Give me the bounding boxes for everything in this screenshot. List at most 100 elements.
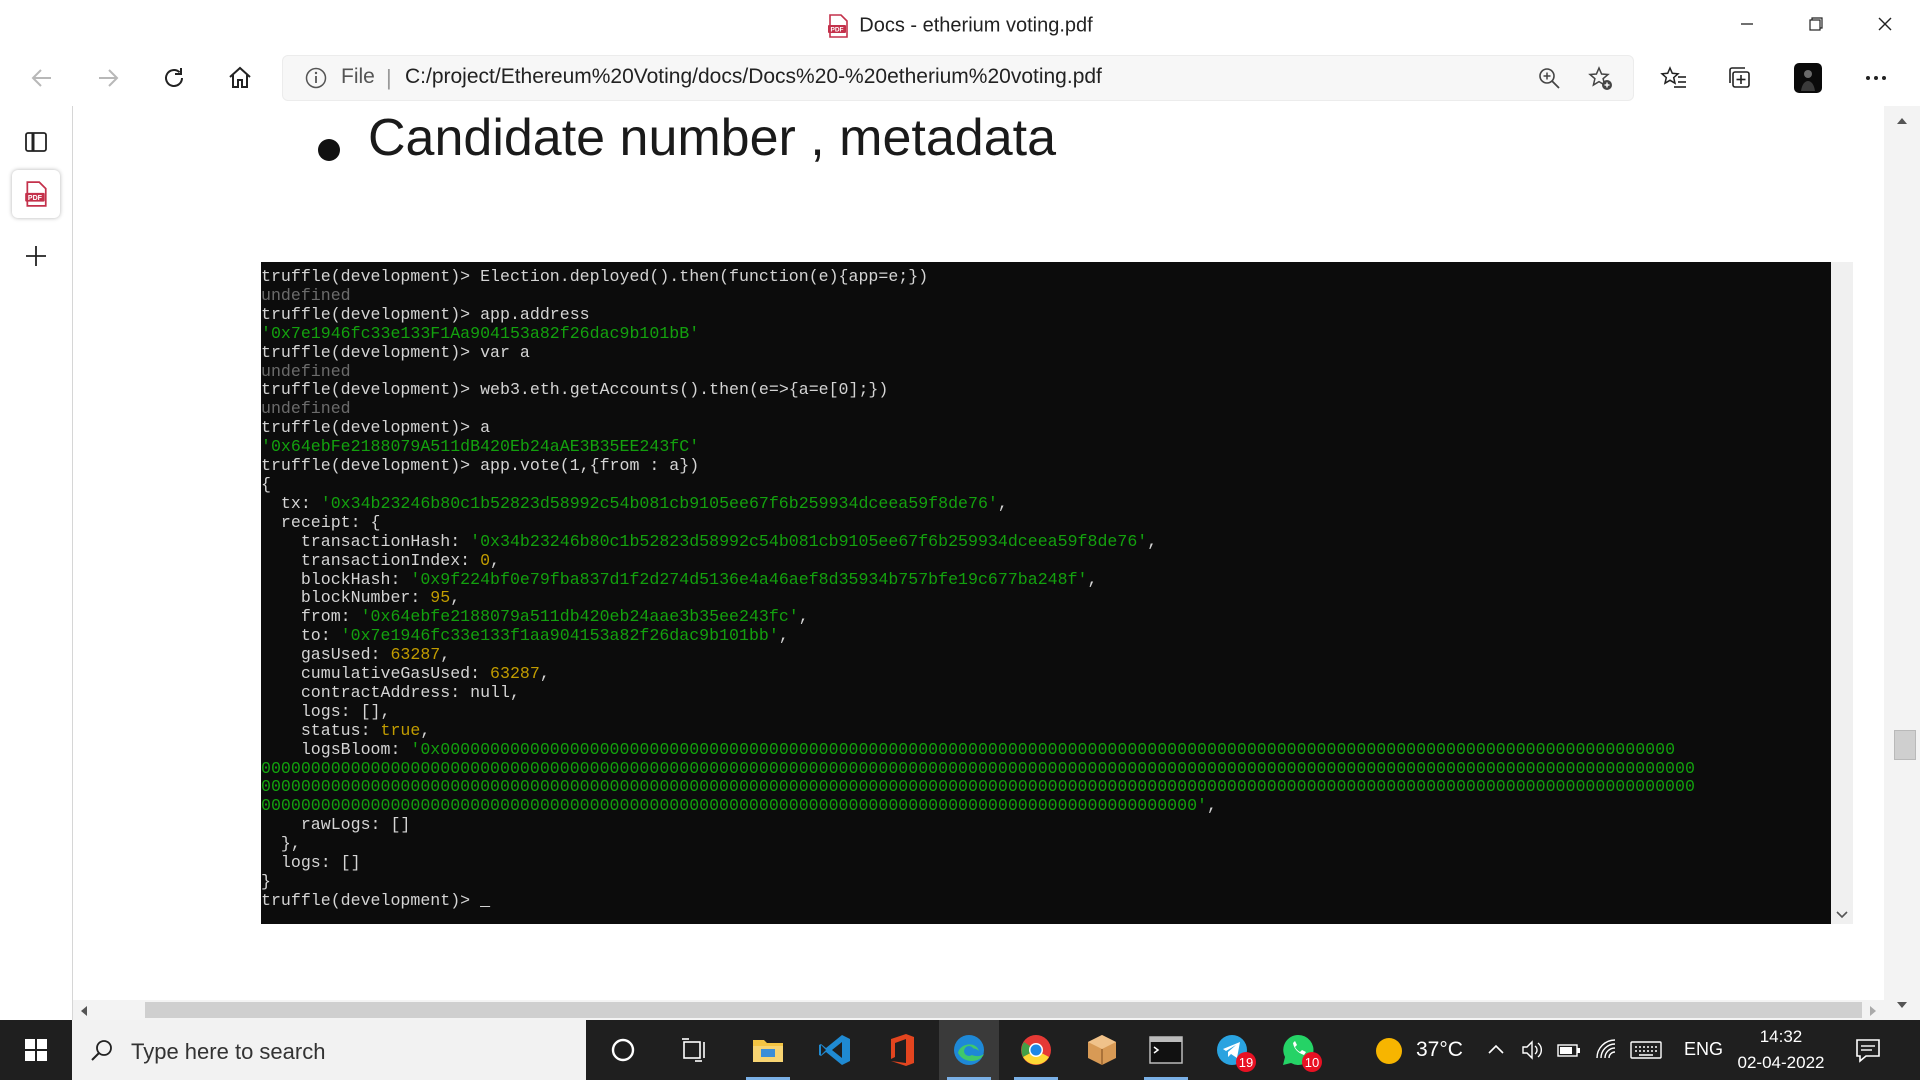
home-button[interactable] — [216, 54, 264, 102]
terminal-command: web3.eth.getAccounts().then(e=>{a=e[0];}… — [480, 380, 889, 400]
taskbar-edge[interactable] — [939, 1020, 999, 1080]
terminal-result: undefined — [261, 399, 351, 419]
vertical-scrollbar[interactable] — [1884, 106, 1920, 1020]
plus-icon — [26, 246, 46, 266]
favorites-icon — [1660, 66, 1686, 88]
terminal-command: Election.deployed().then(function(e){app… — [480, 267, 929, 286]
taskbar-file-explorer[interactable] — [738, 1020, 798, 1080]
taskbar-whatsapp[interactable]: 10 — [1268, 1020, 1328, 1080]
terminal-screenshot: truffle(development)> Election.deployed(… — [261, 262, 1831, 924]
weather-sun-icon[interactable] — [1374, 1036, 1404, 1066]
profile-button[interactable] — [1784, 54, 1832, 102]
system-clock[interactable]: 14:32 02-04-2022 — [1728, 1024, 1834, 1076]
volume-icon[interactable] — [1520, 1038, 1544, 1062]
refresh-button[interactable] — [150, 54, 198, 102]
prompt: truffle(development)> — [261, 304, 481, 324]
terminal-cursor: _ — [480, 890, 491, 910]
address-bar[interactable]: File | C:/project/Ethereum%20Voting/docs… — [282, 55, 1634, 101]
restore-button[interactable] — [1793, 8, 1839, 40]
back-arrow-icon — [31, 69, 51, 87]
prompt: truffle(development)> — [261, 267, 481, 286]
more-menu-button[interactable] — [1852, 54, 1900, 102]
address-scheme-label: File — [341, 65, 375, 88]
window-title: PDF Docs - etherium voting.pdf — [0, 14, 1920, 38]
prompt: truffle(development)> — [261, 342, 481, 362]
minimize-button[interactable] — [1724, 8, 1770, 40]
taskbar-office[interactable] — [872, 1020, 932, 1080]
scroll-right-arrow-icon — [1870, 1006, 1876, 1016]
prompt: truffle(development)> — [261, 890, 481, 910]
favorites-button[interactable] — [1650, 54, 1698, 102]
svg-text:PDF: PDF — [28, 195, 43, 202]
zoom-in-icon[interactable] — [1537, 66, 1561, 90]
terminal-command: app.address — [480, 304, 590, 324]
pdf-file-icon: PDF — [827, 14, 849, 38]
forward-button[interactable] — [84, 54, 132, 102]
taskbar-package-app[interactable] — [1072, 1020, 1132, 1080]
vertical-scroll-thumb[interactable] — [1894, 730, 1916, 760]
terminal-result: '0x7e1946fc33e133F1Aa904153a82f26dac9b10… — [261, 323, 700, 343]
input-language[interactable]: ENG — [1684, 1039, 1723, 1060]
prompt: truffle(development)> — [261, 418, 481, 438]
bullet-point — [318, 139, 340, 161]
collections-icon — [1729, 67, 1750, 88]
pdf-viewport[interactable]: Candidate number , metadata truffle(deve… — [73, 106, 1883, 1000]
address-separator: | — [386, 65, 392, 90]
chevron-up-icon[interactable] — [1486, 1040, 1506, 1060]
keyboard-icon[interactable] — [1630, 1040, 1662, 1060]
back-button[interactable] — [18, 54, 66, 102]
horizontal-scroll-thumb[interactable] — [145, 1002, 1862, 1018]
telegram-badge: 19 — [1236, 1052, 1256, 1072]
start-button[interactable] — [6, 1020, 66, 1080]
battery-icon[interactable] — [1556, 1040, 1582, 1060]
more-dots-icon — [1866, 76, 1886, 80]
wifi-icon[interactable] — [1594, 1038, 1618, 1062]
refresh-icon — [165, 68, 183, 87]
office-icon — [891, 1034, 914, 1066]
scroll-up-arrow-icon — [1897, 118, 1907, 124]
terminal-result: undefined — [261, 361, 351, 381]
cortana-button[interactable] — [593, 1020, 653, 1080]
terminal-scrollbar — [1831, 262, 1853, 924]
taskbar-vscode[interactable] — [805, 1020, 865, 1080]
close-button[interactable] — [1862, 8, 1908, 40]
avatar — [1794, 63, 1822, 93]
terminal-command: var a — [480, 342, 530, 362]
terminal-output: truffle(development)> Election.deployed(… — [261, 267, 1695, 910]
scroll-down-arrow-icon — [1897, 1002, 1907, 1008]
chevron-down-icon — [1836, 911, 1848, 919]
terminal-result: '0x64ebFe2188079A511dB420Eb24aAE3B35EE24… — [261, 437, 700, 457]
taskbar-terminal[interactable] — [1136, 1020, 1196, 1080]
search-icon — [91, 1040, 112, 1061]
edge-browser-icon — [954, 1035, 984, 1065]
taskbar-chrome[interactable] — [1006, 1020, 1066, 1080]
info-icon[interactable] — [305, 67, 327, 89]
command-prompt-icon — [1149, 1036, 1183, 1064]
add-favorite-icon[interactable] — [1588, 66, 1614, 92]
tab-panel-icon — [25, 132, 47, 152]
weather-temperature[interactable]: 37°C — [1416, 1038, 1463, 1062]
chrome-icon — [1021, 1035, 1051, 1065]
scroll-left-arrow-icon — [81, 1006, 87, 1016]
pdf-file-icon: PDF — [25, 181, 47, 207]
task-view-button[interactable] — [665, 1020, 725, 1080]
windows-logo-icon — [25, 1039, 47, 1061]
new-tab-button[interactable] — [12, 232, 60, 280]
prompt: truffle(development)> — [261, 456, 481, 476]
taskbar-telegram[interactable]: 19 — [1202, 1020, 1262, 1080]
home-icon — [229, 66, 251, 88]
address-url[interactable]: C:/project/Ethereum%20Voting/docs/Docs%2… — [405, 65, 1102, 89]
search-placeholder: Type here to search — [131, 1039, 326, 1064]
terminal-result: undefined — [261, 285, 351, 305]
package-box-icon — [1088, 1035, 1116, 1065]
task-view-icon — [682, 1038, 705, 1062]
tab-actions-button[interactable] — [12, 118, 60, 166]
notification-center-icon[interactable] — [1854, 1036, 1882, 1064]
svg-text:PDF: PDF — [831, 27, 844, 34]
cortana-circle-icon — [611, 1038, 635, 1062]
tab-pdf-document[interactable]: PDF — [12, 170, 60, 218]
terminal-command: app.vote(1,{from : a}) — [480, 456, 700, 476]
collections-button[interactable] — [1716, 54, 1764, 102]
forward-arrow-icon — [99, 69, 119, 87]
whatsapp-badge: 10 — [1302, 1052, 1322, 1072]
